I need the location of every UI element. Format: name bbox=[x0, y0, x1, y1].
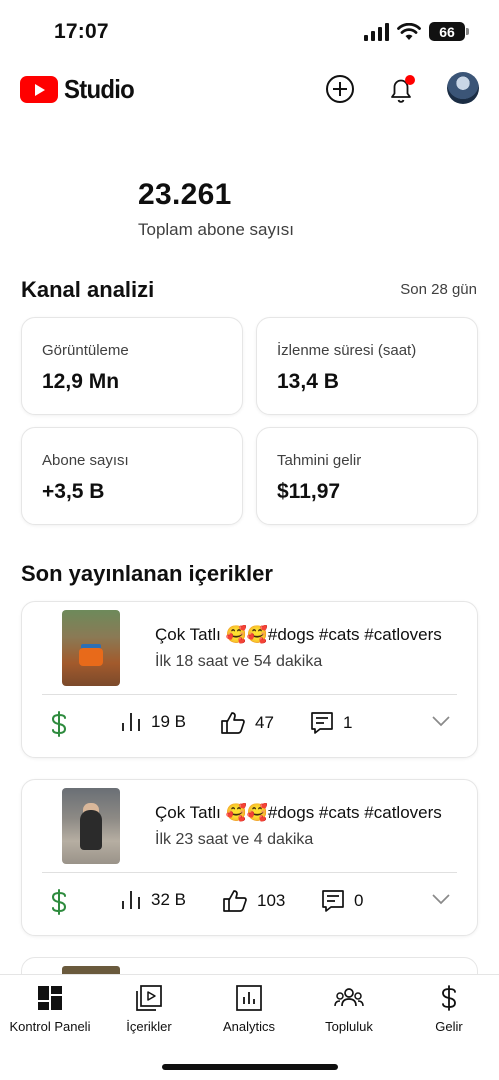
status-icons: 66 bbox=[363, 22, 469, 41]
video-title: Çok Tatlı 🥰🥰#dogs #cats #catlovers bbox=[155, 803, 442, 822]
stat-value: +3,5 B bbox=[42, 480, 105, 503]
likes-stat: 47 bbox=[220, 711, 274, 735]
stat-card-views[interactable]: Görüntüleme 12,9 Mn bbox=[21, 317, 243, 415]
dollar-icon bbox=[51, 889, 67, 915]
bar-chart-icon bbox=[122, 891, 140, 909]
subscriber-summary: 23.261 Toplam abone sayısı bbox=[0, 168, 499, 248]
avatar[interactable] bbox=[447, 72, 479, 104]
subscriber-count: 23.261 bbox=[138, 178, 232, 211]
views-count: 19 B bbox=[151, 712, 186, 731]
dashboard-icon bbox=[38, 986, 62, 1010]
stat-card-revenue[interactable]: Tahmini gelir $11,97 bbox=[256, 427, 478, 525]
youtube-play-icon bbox=[20, 76, 58, 103]
subscriber-label: Toplam abone sayısı bbox=[138, 220, 294, 239]
content-icon bbox=[136, 985, 162, 1011]
logo-text: Studio bbox=[64, 74, 135, 104]
likes-stat: 103 bbox=[222, 889, 285, 913]
battery-level: 66 bbox=[439, 23, 455, 40]
status-bar: 17:07 66 bbox=[0, 0, 499, 60]
comments-count: 1 bbox=[343, 713, 353, 732]
comment-icon bbox=[311, 712, 333, 734]
notifications-button[interactable] bbox=[384, 72, 418, 106]
stat-label: Abone sayısı bbox=[42, 452, 129, 469]
video-thumbnail[interactable] bbox=[62, 788, 120, 864]
divider bbox=[42, 694, 457, 695]
content-card[interactable]: Çok Tatlı 🥰🥰#dogs #cats #catlovers İlk 1… bbox=[21, 601, 478, 758]
create-button[interactable] bbox=[323, 72, 357, 106]
chevron-down-icon[interactable] bbox=[431, 892, 451, 906]
nav-label: Analytics bbox=[222, 1019, 276, 1034]
analytics-period[interactable]: Son 28 gün bbox=[400, 281, 477, 298]
community-icon bbox=[334, 988, 364, 1007]
comments-stat: 0 bbox=[321, 889, 363, 913]
nav-label: Topluluk bbox=[325, 1019, 373, 1034]
earn-icon bbox=[442, 985, 456, 1011]
likes-count: 47 bbox=[255, 713, 274, 732]
home-indicator bbox=[162, 1064, 338, 1070]
app-header: Studio bbox=[0, 66, 499, 114]
stat-label: Görüntüleme bbox=[42, 342, 129, 359]
studio-logo[interactable]: Studio bbox=[20, 74, 140, 105]
stat-label: Tahmini gelir bbox=[277, 452, 362, 469]
nav-item-community[interactable]: Topluluk bbox=[299, 983, 399, 1034]
recent-title: Son yayınlanan içerikler bbox=[21, 561, 273, 586]
bar-chart-icon bbox=[122, 713, 140, 731]
nav-item-earn[interactable]: Gelir bbox=[399, 983, 499, 1034]
bell-icon bbox=[391, 75, 415, 103]
comment-icon bbox=[322, 890, 344, 912]
likes-count: 103 bbox=[257, 891, 286, 910]
stat-card-subscribers[interactable]: Abone sayısı +3,5 B bbox=[21, 427, 243, 525]
nav-item-analytics[interactable]: Analytics bbox=[199, 983, 299, 1034]
status-time: 17:07 bbox=[54, 20, 109, 43]
nav-item-content[interactable]: İçerikler bbox=[99, 983, 199, 1034]
chevron-down-icon[interactable] bbox=[431, 714, 451, 728]
video-period: İlk 18 saat ve 54 dakika bbox=[155, 653, 323, 670]
stat-card-watch-time[interactable]: İzlenme süresi (saat) 13,4 B bbox=[256, 317, 478, 415]
create-icon bbox=[326, 75, 354, 103]
video-thumbnail[interactable] bbox=[62, 610, 120, 686]
stat-label: İzlenme süresi (saat) bbox=[277, 342, 417, 359]
dollar-icon bbox=[51, 711, 67, 737]
thumbs-up-icon bbox=[223, 890, 247, 912]
nav-label: Gelir bbox=[435, 1019, 463, 1034]
nav-label: İçerikler bbox=[126, 1019, 172, 1034]
wifi-icon bbox=[397, 22, 421, 40]
thumbs-up-icon bbox=[221, 712, 245, 734]
stat-value: 13,4 B bbox=[277, 370, 339, 393]
channel-avatar bbox=[22, 168, 122, 218]
video-stats-row: 19 B 47 1 bbox=[22, 708, 479, 738]
nav-item-dashboard[interactable]: Kontrol Paneli bbox=[0, 983, 100, 1034]
stat-value: $11,97 bbox=[277, 480, 341, 503]
bottom-nav: Kontrol Paneli İçerikler Analytics Toplu… bbox=[0, 974, 499, 1080]
battery-icon: 66 bbox=[429, 22, 469, 41]
nav-label: Kontrol Paneli bbox=[9, 1019, 91, 1034]
video-title: Çok Tatlı 🥰🥰#dogs #cats #catlovers bbox=[155, 625, 442, 644]
video-stats-row: 32 B 103 0 bbox=[22, 886, 479, 916]
signal-icon bbox=[364, 22, 389, 41]
comments-count: 0 bbox=[354, 891, 364, 910]
video-period: İlk 23 saat ve 4 dakika bbox=[155, 831, 314, 848]
views-stat: 19 B bbox=[120, 711, 186, 733]
views-count: 32 B bbox=[151, 890, 186, 909]
analytics-icon bbox=[236, 985, 262, 1011]
divider bbox=[42, 872, 457, 873]
analytics-title: Kanal analizi bbox=[21, 277, 155, 302]
content-card[interactable]: Çok Tatlı 🥰🥰#dogs #cats #catlovers İlk 2… bbox=[21, 779, 478, 936]
comments-stat: 1 bbox=[310, 711, 352, 735]
views-stat: 32 B bbox=[120, 889, 186, 911]
stat-value: 12,9 Mn bbox=[42, 370, 120, 393]
